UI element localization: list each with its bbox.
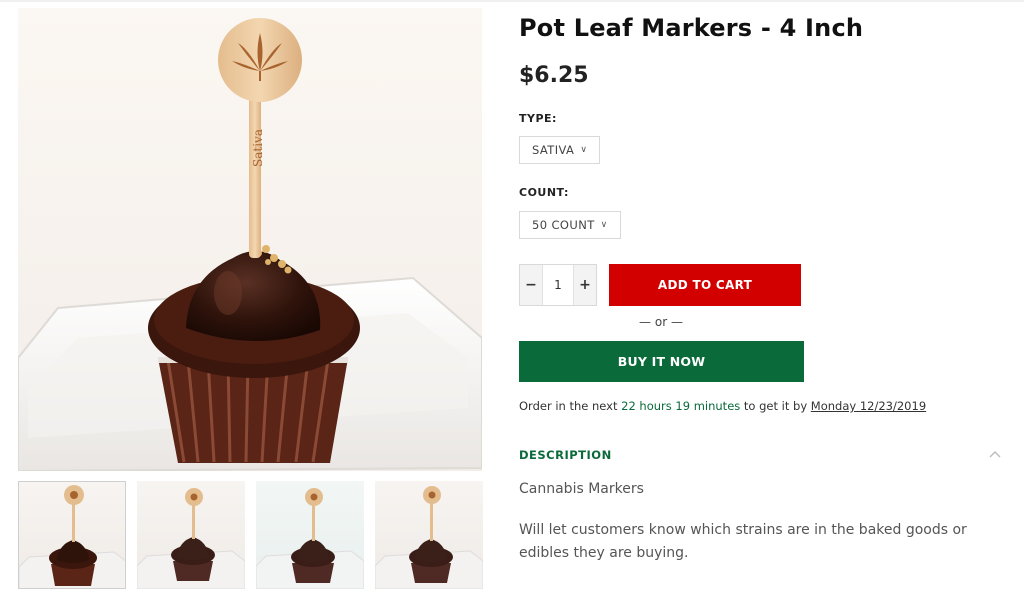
quantity-stepper: − 1 + [519, 264, 597, 306]
delivery-prefix: Order in the next [519, 399, 622, 413]
cupcake-thumbnail-graphic [137, 488, 245, 589]
cupcake-illustration: Sativa [18, 18, 482, 471]
cupcake-thumbnail-graphic [375, 486, 483, 589]
description-line-2: Will let customers know which strains ar… [519, 522, 967, 561]
delivery-middle: to get it by [740, 399, 811, 413]
thumbnail-2[interactable] [137, 481, 245, 589]
thumbnail-strip [18, 481, 483, 589]
add-to-cart-button[interactable]: ADD TO CART [609, 264, 801, 306]
quantity-decrease-button[interactable]: − [520, 265, 542, 305]
cupcake-thumbnail-graphic [256, 488, 364, 589]
main-product-image[interactable]: Sativa [18, 8, 482, 471]
product-price: $6.25 [519, 63, 589, 88]
quantity-input[interactable]: 1 [542, 265, 574, 305]
marker-label: Sativa [251, 129, 265, 167]
description-line-1: Cannabis Markers [519, 481, 644, 497]
product-title: Pot Leaf Markers - 4 Inch [519, 14, 864, 42]
type-select-value: SATIVA [532, 143, 575, 157]
type-label: TYPE: [519, 112, 557, 125]
chevron-up-icon[interactable] [986, 446, 1004, 464]
delivery-countdown: 22 hours 19 minutes [621, 399, 741, 413]
quantity-increase-button[interactable]: + [574, 265, 596, 305]
chevron-down-icon: ∨ [600, 220, 608, 230]
chevron-down-icon: ∨ [580, 145, 588, 155]
delivery-estimate: Order in the next 22 hours 19 minutes to… [519, 399, 926, 413]
count-label: COUNT: [519, 186, 569, 199]
count-select[interactable]: 50 COUNT ∨ [519, 211, 621, 239]
top-divider [0, 0, 1024, 2]
count-select-value: 50 COUNT [532, 218, 595, 232]
cupcake-thumbnail-graphic [19, 485, 125, 588]
thumbnail-4[interactable] [375, 481, 483, 589]
thumbnail-1[interactable] [18, 481, 126, 589]
buy-it-now-button[interactable]: BUY IT NOW [519, 341, 804, 382]
delivery-date: Monday 12/23/2019 [810, 399, 927, 413]
type-select[interactable]: SATIVA ∨ [519, 136, 601, 164]
or-divider: — or — [639, 315, 683, 329]
thumbnail-3[interactable] [256, 481, 364, 589]
description-heading[interactable]: DESCRIPTION [519, 448, 612, 462]
